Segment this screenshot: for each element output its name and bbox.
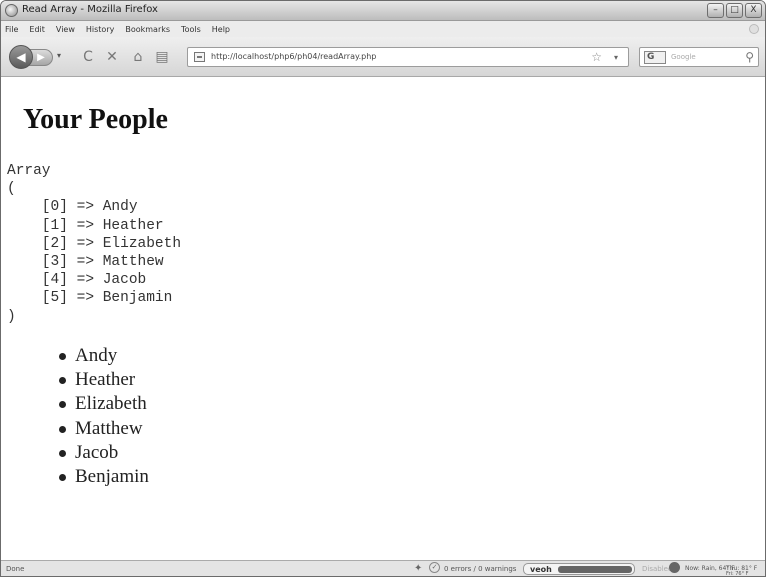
veoh-toolbar[interactable]: veoh	[523, 563, 635, 575]
error-count[interactable]: 0 errors / 0 warnings	[444, 565, 516, 573]
weather-icon[interactable]	[669, 562, 680, 573]
address-bar[interactable]: http://localhost/php6/ph04/readArray.php…	[187, 47, 629, 67]
stop-icon[interactable]: ✕	[103, 48, 121, 66]
search-engine-selector[interactable]: G	[644, 51, 666, 64]
menu-tools[interactable]: Tools	[181, 25, 201, 34]
url-dropdown-icon[interactable]: ▾	[614, 53, 618, 62]
forward-arrow-icon: ▶	[37, 52, 45, 63]
home-icon[interactable]: ⌂	[129, 48, 147, 66]
menu-history[interactable]: History	[86, 25, 114, 34]
minimize-button[interactable]: –	[707, 3, 724, 18]
history-dropdown-icon[interactable]: ▾	[57, 51, 61, 60]
title-bar: Read Array - Mozilla Firefox – □ X	[1, 1, 765, 21]
list-item: Heather	[59, 368, 149, 392]
reload-icon[interactable]: C	[79, 48, 97, 66]
close-button[interactable]: X	[745, 3, 762, 18]
list-item: Benjamin	[59, 465, 149, 489]
list-item: Elizabeth	[59, 392, 149, 416]
menu-help[interactable]: Help	[212, 25, 230, 34]
maximize-button[interactable]: □	[726, 3, 743, 18]
navigation-toolbar: ▶ ◀ ▾ C ✕ ⌂ ▤ http://localhost/php6/ph04…	[1, 37, 765, 77]
browser-window: Read Array - Mozilla Firefox – □ X File …	[0, 0, 766, 577]
status-text: Done	[6, 565, 25, 573]
menu-bar: File Edit View History Bookmarks Tools H…	[1, 21, 765, 37]
firefox-logo-icon	[5, 4, 18, 17]
validator-check-icon[interactable]: ✓	[429, 562, 440, 573]
search-bar[interactable]: G Google ⚲	[639, 47, 759, 67]
disabled-label: Disabled	[642, 565, 673, 573]
list-item: Matthew	[59, 417, 149, 441]
back-arrow-icon: ◀	[16, 50, 26, 64]
page-heading: Your People	[23, 104, 168, 135]
menu-bookmarks[interactable]: Bookmarks	[125, 25, 170, 34]
veoh-logo: veoh	[530, 565, 552, 574]
google-logo-icon: G	[647, 52, 655, 62]
window-controls: – □ X	[707, 3, 762, 18]
menu-view[interactable]: View	[56, 25, 75, 34]
list-item: Jacob	[59, 441, 149, 465]
weather-fri[interactable]: Fri: 76° F	[726, 571, 749, 576]
bookmark-star-icon[interactable]: ☆	[591, 50, 602, 64]
list-item: Andy	[59, 344, 149, 368]
plugin-icon[interactable]: ✦	[414, 563, 422, 574]
status-bar: Done ✦ ✓ 0 errors / 0 warnings veoh Disa…	[1, 560, 765, 576]
page-favicon-icon	[194, 52, 205, 62]
url-text: http://localhost/php6/ph04/readArray.php	[211, 52, 377, 61]
back-button[interactable]: ◀	[9, 45, 33, 69]
page-content: Your People Array ( [0] => Andy [1] => H…	[1, 78, 765, 560]
people-list: Andy Heather Elizabeth Matthew Jacob Ben…	[59, 344, 149, 489]
search-go-icon[interactable]: ⚲	[745, 50, 754, 64]
search-placeholder: Google	[671, 53, 696, 61]
veoh-progress	[558, 566, 632, 573]
print-r-output: Array ( [0] => Andy [1] => Heather [2] =…	[7, 163, 182, 325]
bookmark-add-icon[interactable]: ▤	[153, 48, 171, 66]
window-title: Read Array - Mozilla Firefox	[22, 4, 158, 15]
menu-file[interactable]: File	[5, 25, 18, 34]
menu-edit[interactable]: Edit	[29, 25, 45, 34]
throbber-icon	[749, 24, 759, 34]
